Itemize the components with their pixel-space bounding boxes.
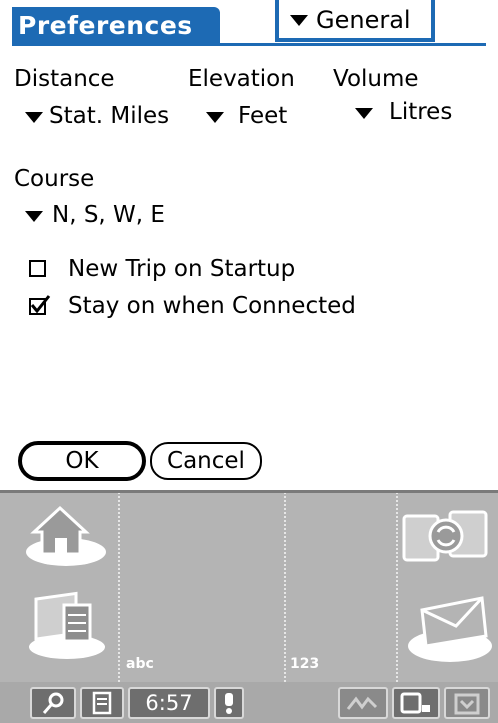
menu-icon[interactable] [80,687,124,719]
distance-picker-arrow-icon [25,112,43,123]
signal-icon[interactable] [338,687,388,719]
applications-icon[interactable] [22,585,112,665]
ok-label: OK [65,448,99,474]
course-picker-arrow-icon [25,211,43,222]
elevation-picker[interactable]: Feet [206,100,306,134]
distance-picker[interactable]: Stat. Miles [25,100,195,134]
elevation-value: Feet [238,103,288,129]
cancel-label: Cancel [167,448,245,474]
sync-icon[interactable] [398,502,494,572]
clock-button[interactable]: 6:57 [128,687,210,719]
mail-icon[interactable] [400,588,494,666]
elevation-picker-arrow-icon [206,112,224,123]
checkbox-checked-icon [29,295,51,315]
cancel-button[interactable]: Cancel [150,442,262,480]
course-value: N, S, W, E [52,202,165,228]
checkbox-unchecked-icon [29,260,46,277]
volume-picker-arrow-icon [355,108,373,119]
alert-icon[interactable] [214,687,244,719]
graffiti-123-label: 123 [290,656,320,672]
distance-label: Distance [14,66,115,92]
stay-on-checkbox[interactable]: Stay on when Connected [26,293,376,323]
device-icon[interactable] [392,687,440,719]
distance-value: Stat. Miles [49,103,170,129]
graffiti-abc-label: abc [126,656,154,672]
category-label: General [316,6,411,34]
elevation-label: Elevation [188,66,295,92]
course-picker[interactable]: N, S, W, E [25,200,205,234]
volume-value: Litres [389,99,453,125]
install-icon[interactable] [444,687,490,719]
silk-divider [118,492,120,682]
volume-picker[interactable]: Litres [355,96,475,130]
volume-label: Volume [333,66,419,92]
stay-on-label: Stay on when Connected [68,293,356,319]
title-rule [12,43,486,46]
course-label: Course [14,166,95,192]
silk-divider [284,492,286,682]
page-title: Preferences [18,11,193,40]
home-icon[interactable] [20,498,112,570]
new-trip-checkbox[interactable]: New Trip on Startup [26,256,326,284]
clock-time: 6:57 [145,691,193,715]
silk-top-rule [0,490,498,493]
new-trip-label: New Trip on Startup [68,256,296,282]
ok-button[interactable]: OK [18,441,146,481]
category-dropdown-arrow-icon [290,15,308,26]
find-icon[interactable] [30,687,76,719]
